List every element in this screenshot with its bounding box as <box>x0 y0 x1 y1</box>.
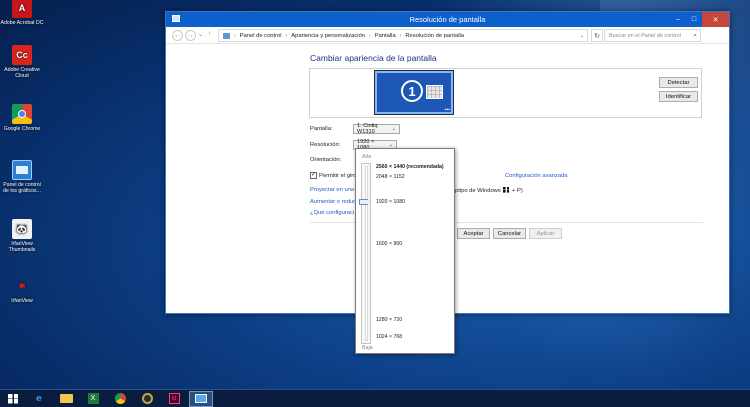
desktop-icon-irfanview[interactable]: ✱ IrfanView <box>0 276 44 305</box>
project-shortcut-key: + P) <box>512 188 523 194</box>
display-select-value: 1. Cintiq W1310 <box>357 123 378 135</box>
resolution-option[interactable]: 2048 × 1152 <box>376 174 405 180</box>
allow-rotation-checkbox[interactable]: ✓ <box>310 172 317 179</box>
apply-button[interactable]: Aplicar <box>529 228 562 239</box>
refresh-button[interactable]: ↻ <box>591 29 603 42</box>
resolution-option[interactable]: 1920 × 1080 <box>376 199 405 205</box>
display-settings-icon <box>195 394 207 403</box>
resolution-option[interactable]: 1280 × 720 <box>376 317 402 323</box>
desktop-icon-acrobat[interactable]: A Adobe Acrobat DC <box>0 0 44 26</box>
taskbar-file-explorer[interactable] <box>54 391 78 407</box>
folder-icon <box>59 394 73 403</box>
start-button[interactable] <box>2 391 24 407</box>
chrome-icon <box>12 104 32 124</box>
breadcrumb-item-resolution[interactable]: Resolución de pantalla <box>405 33 464 39</box>
breadcrumb-separator[interactable]: › <box>400 33 402 39</box>
irfanview-icon: ✱ <box>18 281 26 291</box>
taskbar: e X Id <box>0 389 750 407</box>
indesign-icon: Id <box>168 393 180 404</box>
taskbar-screen-resolution[interactable] <box>189 390 213 407</box>
orientation-label: Orientación: <box>310 157 342 163</box>
display-preview-area: 1 ▪▪▪ Detectar Identificar <box>309 68 702 118</box>
accept-button[interactable]: Aceptar <box>457 228 490 239</box>
internet-explorer-icon: e <box>36 393 42 404</box>
taskbar-internet-explorer[interactable]: e <box>27 391 51 407</box>
desktop-icon-creative-cloud[interactable]: Cc Adobe Creative Cloud <box>0 45 44 79</box>
up-button[interactable]: ↑ <box>208 31 211 37</box>
breadcrumb: › Panel de control › Apariencia y person… <box>218 29 588 42</box>
cancel-button[interactable]: Cancelar <box>493 228 526 239</box>
monitor-grid-icon <box>426 85 443 99</box>
breadcrumb-item-appearance[interactable]: Apariencia y personalización <box>291 33 365 39</box>
windows-logo-icon <box>8 393 18 404</box>
display-label: Pantalla: <box>310 126 333 132</box>
resolution-slider-popup: Alta 2560 × 1440 (recomendada) 2048 × 11… <box>355 148 455 354</box>
address-dropdown-icon[interactable]: ⌄ <box>580 33 584 39</box>
desktop-icon-label: Panel de control de los gráficos... <box>3 182 41 194</box>
desktop-icon-label: Adobe Creative Cloud <box>4 67 40 79</box>
acrobat-icon: A <box>12 0 32 18</box>
panda-icon: 🐼 <box>12 219 32 239</box>
maximize-button[interactable]: □ <box>686 12 702 27</box>
page-title: Cambiar apariencia de la pantalla <box>310 53 437 63</box>
back-button[interactable]: ← <box>172 30 183 41</box>
resolution-label: Resolución: <box>310 142 341 148</box>
minimize-button[interactable]: – <box>670 12 686 27</box>
chrome-icon <box>114 393 126 404</box>
display-select[interactable]: 1. Cintiq W1310 ⌄ <box>353 123 400 135</box>
desktop-icon-graphics-panel[interactable]: Panel de control de los gráficos... <box>0 160 44 194</box>
breadcrumb-separator: › <box>234 32 236 39</box>
address-bar: ← → ⌄ ↑ › Panel de control › Apariencia … <box>166 27 729 44</box>
enlarge-text-link[interactable]: Aumentar o reduc <box>310 199 356 205</box>
window-controls: – □ ✕ <box>670 12 729 27</box>
detect-button[interactable]: Detectar <box>659 77 698 88</box>
project-shortcut-text: ptipo de Windows + P) <box>455 187 523 194</box>
breadcrumb-item-control-panel[interactable]: Panel de control <box>240 33 282 39</box>
desktop-icon-label: IrfanView <box>11 298 33 304</box>
project-shortcut-suffix: ptipo de Windows <box>455 188 501 194</box>
desktop-icon-label: Adobe Acrobat DC <box>0 20 44 26</box>
monitor-number: 1 <box>401 80 423 102</box>
graphics-panel-icon <box>12 160 32 180</box>
allow-rotation-label: Permitir el giro <box>319 173 357 179</box>
slider-rail <box>365 166 368 341</box>
search-input[interactable]: Buscar en el Panel de control ⌕ <box>604 29 701 42</box>
chevron-down-icon: ⌄ <box>391 126 396 132</box>
breadcrumb-separator[interactable]: › <box>286 33 288 39</box>
resolution-option[interactable]: 1600 × 900 <box>376 241 402 247</box>
monitor-preview[interactable]: 1 ▪▪▪ <box>374 70 454 115</box>
which-settings-link[interactable]: ¿Qué configuraci <box>310 210 354 216</box>
breadcrumb-separator[interactable]: › <box>369 33 371 39</box>
windows-key-icon <box>503 187 510 193</box>
recent-locations-button[interactable]: ⌄ <box>198 31 203 38</box>
window-title: Resolución de pantalla <box>409 15 486 24</box>
search-icon: ⌕ <box>693 32 697 39</box>
computer-icon <box>223 32 230 39</box>
taskbar-indesign[interactable]: Id <box>162 391 186 407</box>
desktop-icon-label: Google Chrome <box>3 126 41 132</box>
resolution-option[interactable]: 1024 × 768 <box>376 334 402 340</box>
low-label: Baja <box>362 345 373 351</box>
identify-button[interactable]: Identificar <box>659 91 698 102</box>
forward-button[interactable]: → <box>185 30 196 41</box>
taskbar-chrome[interactable] <box>108 391 132 407</box>
advanced-settings-link[interactable]: Configuración avanzada <box>505 173 568 179</box>
monitor-dots-icon: ▪▪▪ <box>444 107 450 113</box>
camera-icon <box>141 393 153 404</box>
search-placeholder: Buscar en el Panel de control <box>609 33 681 39</box>
title-bar[interactable]: Resolución de pantalla – □ ✕ <box>166 12 729 27</box>
taskbar-camera-app[interactable] <box>135 391 159 407</box>
close-button[interactable]: ✕ <box>702 12 729 27</box>
high-label: Alta <box>362 154 372 160</box>
excel-icon: X <box>87 393 99 404</box>
breadcrumb-item-display[interactable]: Pantalla <box>375 33 396 39</box>
project-link[interactable]: Proyectar en una s <box>310 187 359 193</box>
creative-cloud-icon: Cc <box>12 45 32 65</box>
resolution-slider-track[interactable] <box>361 163 371 344</box>
taskbar-excel[interactable]: X <box>81 391 105 407</box>
resolution-option[interactable]: 2560 × 1440 (recomendada) <box>376 164 444 170</box>
desktop-icon-chrome[interactable]: Google Chrome <box>0 104 44 132</box>
desktop-icon-irfanview-thumbnails[interactable]: 🐼 IrfanView Thumbnails <box>0 219 44 253</box>
desktop-icon-label: IrfanView Thumbnails <box>8 241 36 253</box>
